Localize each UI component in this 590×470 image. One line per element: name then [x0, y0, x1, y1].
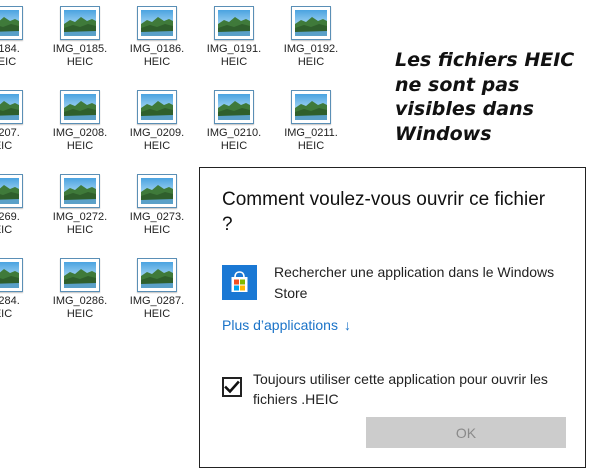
photo-file-icon [291, 6, 331, 40]
photo-file-icon [0, 90, 23, 124]
file-item[interactable]: IMG_0286. HEIC [45, 258, 115, 321]
file-name: IMG_0185. HEIC [52, 43, 108, 68]
always-use-checkbox[interactable] [222, 377, 242, 397]
file-name: IMG_0211. HEIC [284, 127, 338, 152]
file-item[interactable]: IMG_0186. HEIC [122, 6, 192, 69]
file-name: IMG_0273. HEIC [129, 211, 185, 236]
file-name: IMG_0192. HEIC [283, 43, 339, 68]
more-apps-link[interactable]: Plus d’applications ↓ [222, 317, 351, 333]
file-item[interactable]: IMG_0209. HEIC [122, 90, 192, 153]
chevron-down-icon: ↓ [343, 317, 351, 333]
file-name: IMG_0210. HEIC [206, 127, 262, 152]
file-item[interactable]: IMG_0272. HEIC [45, 174, 115, 237]
photo-file-icon [137, 90, 177, 124]
file-name: IMG_0208. HEIC [52, 127, 108, 152]
file-item[interactable]: IMG_0208. HEIC [45, 90, 115, 153]
file-name: IMG_0186. HEIC [129, 43, 185, 68]
photo-file-icon [0, 258, 23, 292]
photo-file-icon [137, 174, 177, 208]
photo-file-icon [60, 90, 100, 124]
photo-file-icon [137, 258, 177, 292]
dialog-title: Comment voulez-vous ouvrir ce fichier ? [222, 189, 546, 235]
file-item[interactable]: IMG_0210. HEIC [199, 90, 269, 153]
store-icon[interactable] [222, 265, 257, 300]
file-name: IMG_0272. HEIC [52, 211, 108, 236]
file-name: _0207. EIC [0, 127, 20, 152]
photo-file-icon [0, 174, 23, 208]
file-name: IMG_0286. HEIC [52, 295, 108, 320]
file-item[interactable]: _0284. EIC [0, 258, 38, 321]
file-name: _0184. HEIC [0, 43, 20, 68]
photo-file-icon [60, 258, 100, 292]
file-item[interactable]: _0207. EIC [0, 90, 38, 153]
file-name: _0284. EIC [0, 295, 20, 320]
open-with-dialog: Comment voulez-vous ouvrir ce fichier ? … [199, 167, 586, 468]
ok-button[interactable]: OK [366, 417, 566, 448]
file-item[interactable]: IMG_0191. HEIC [199, 6, 269, 69]
file-item[interactable]: IMG_0192. HEIC [276, 6, 346, 69]
always-use-label: Toujours utiliser cette application pour… [253, 371, 548, 407]
file-item[interactable]: IMG_0287. HEIC [122, 258, 192, 321]
checkmark-icon [224, 380, 240, 394]
photo-file-icon [60, 174, 100, 208]
file-item[interactable]: _0269. EIC [0, 174, 38, 237]
photo-file-icon [214, 90, 254, 124]
file-name: IMG_0191. HEIC [206, 43, 262, 68]
file-item[interactable]: IMG_0185. HEIC [45, 6, 115, 69]
file-name: IMG_0287. HEIC [129, 295, 185, 320]
file-name: IMG_0209. HEIC [129, 127, 185, 152]
file-item[interactable]: _0184. HEIC [0, 6, 38, 69]
store-option-label[interactable]: Rechercher une application dans le Windo… [274, 262, 564, 304]
photo-file-icon [291, 90, 331, 124]
photo-file-icon [137, 6, 177, 40]
photo-file-icon [0, 6, 23, 40]
file-item[interactable]: IMG_0211. HEIC [276, 90, 346, 153]
file-name: _0269. EIC [0, 211, 20, 236]
headline: Les fichiers HEIC ne sont pas visibles d… [395, 49, 575, 145]
file-item[interactable]: IMG_0273. HEIC [122, 174, 192, 237]
more-apps-label: Plus d’applications [222, 317, 338, 333]
photo-file-icon [214, 6, 254, 40]
photo-file-icon [60, 6, 100, 40]
